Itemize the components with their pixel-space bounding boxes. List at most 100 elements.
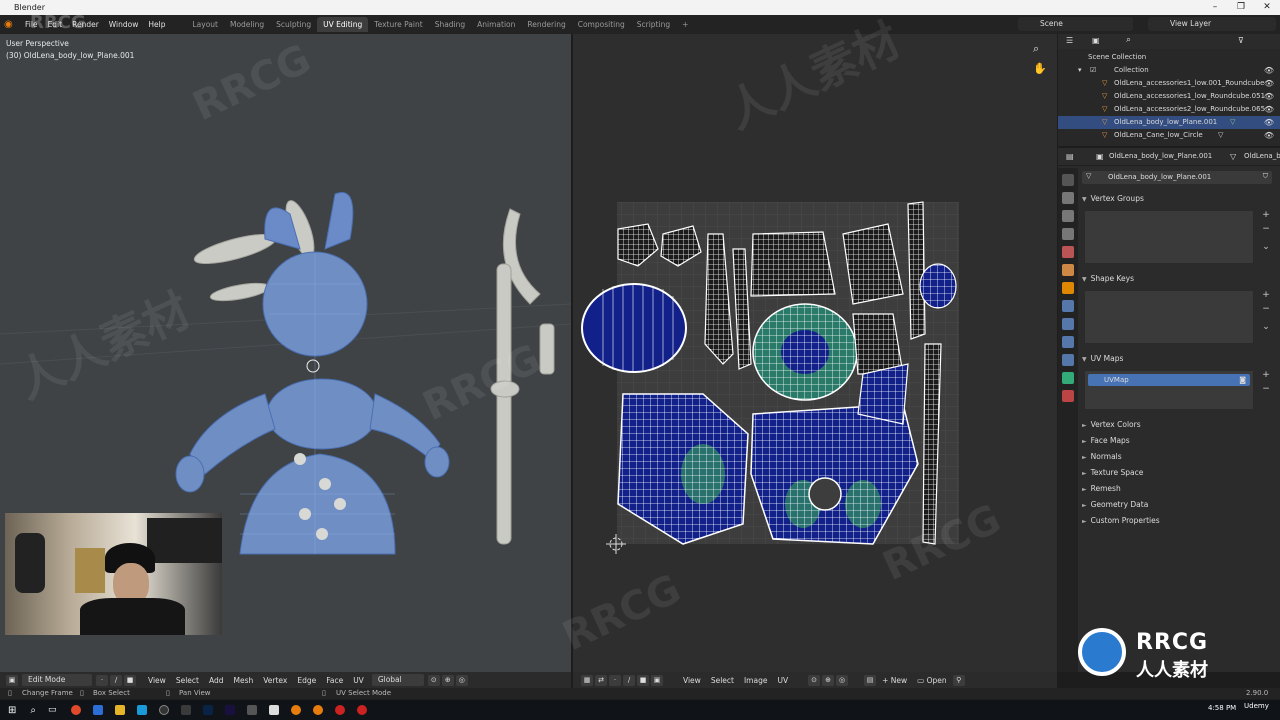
- 3d-viewport[interactable]: User Perspective (30) OldLena_body_low_P…: [0, 34, 571, 672]
- eye-icon[interactable]: 👁: [1264, 116, 1274, 129]
- transform-orientation-dropdown[interactable]: Global: [371, 674, 424, 686]
- obs-icon[interactable]: [158, 705, 169, 715]
- uv-pivot-icon[interactable]: ⊙: [808, 674, 821, 686]
- eye-icon[interactable]: 👁: [1264, 103, 1274, 116]
- uv-snap-icon[interactable]: ⊕: [822, 674, 835, 686]
- add-uv-map-button[interactable]: +: [1260, 370, 1272, 380]
- outliner-item[interactable]: ▽ OldLena_Cane_low_Circle ▽ 👁: [1058, 129, 1280, 142]
- uv-menu-uv[interactable]: UV: [772, 676, 793, 685]
- menu-help[interactable]: Help: [143, 20, 170, 29]
- outliner-item-selected[interactable]: ▽ OldLena_body_low_Plane.001 ▽ 👁: [1058, 116, 1280, 129]
- uv-vertex-select-icon[interactable]: ·: [609, 674, 621, 686]
- uv-proportional-icon[interactable]: ◎: [836, 674, 849, 686]
- uv-menu-view[interactable]: View: [678, 676, 706, 685]
- face-select-icon[interactable]: ■: [124, 674, 136, 686]
- tab-compositing[interactable]: Compositing: [572, 17, 631, 32]
- remove-uv-map-button[interactable]: −: [1260, 384, 1272, 394]
- uv-sync-icon[interactable]: ⇄: [595, 674, 607, 686]
- app-icon[interactable]: [334, 705, 345, 715]
- scene-tab-icon[interactable]: [1062, 246, 1074, 258]
- app-icon[interactable]: [92, 705, 103, 715]
- uv-island-select-icon[interactable]: ▣: [651, 674, 663, 686]
- outliner-item[interactable]: ▽ OldLena_accessories1_low.001_Roundcube…: [1058, 77, 1280, 90]
- tab-modeling[interactable]: Modeling: [224, 17, 270, 32]
- mesh-name-field[interactable]: ▽ OldLena_body_low_Plane.001 ⛉: [1082, 171, 1272, 184]
- vertex-group-specials-icon[interactable]: ⌄: [1260, 242, 1272, 252]
- eye-icon[interactable]: 👁: [1264, 64, 1274, 77]
- eye-icon[interactable]: 👁: [1264, 77, 1274, 90]
- uv-editor[interactable]: ⌕ ✋: [573, 34, 1057, 672]
- pivot-icon[interactable]: ⊙: [427, 674, 440, 686]
- blender-taskbar-icon[interactable]: [290, 705, 301, 715]
- outliner-type-icon[interactable]: ☰: [1066, 36, 1073, 45]
- render-tab-icon[interactable]: [1062, 192, 1074, 204]
- vertex-colors-panel-header[interactable]: ► Vertex Colors: [1082, 418, 1278, 431]
- scene-collection-row[interactable]: Scene Collection: [1058, 51, 1280, 64]
- constraints-tab-icon[interactable]: [1062, 354, 1074, 366]
- app-icon[interactable]: [180, 705, 191, 715]
- outliner-item[interactable]: ▽ OldLena_accessories2_low_Roundcube.065…: [1058, 103, 1280, 116]
- menu-file[interactable]: File: [20, 20, 43, 29]
- viewport-menu-view[interactable]: View: [143, 676, 171, 685]
- eye-icon[interactable]: 👁: [1264, 129, 1274, 142]
- viewport-menu-edge[interactable]: Edge: [292, 676, 321, 685]
- app-icon[interactable]: [136, 705, 147, 715]
- mode-dropdown[interactable]: Edit Mode: [22, 674, 92, 686]
- app-icon[interactable]: [356, 705, 367, 715]
- viewport-menu-select[interactable]: Select: [171, 676, 204, 685]
- editor-type-icon[interactable]: ▣: [6, 674, 18, 686]
- app-icon[interactable]: [246, 705, 257, 715]
- geometry-data-panel-header[interactable]: ► Geometry Data: [1082, 498, 1278, 511]
- add-vertex-group-button[interactable]: +: [1260, 210, 1272, 220]
- custom-properties-panel-header[interactable]: ► Custom Properties: [1082, 514, 1278, 527]
- menu-render[interactable]: Render: [67, 20, 104, 29]
- uv-menu-select[interactable]: Select: [706, 676, 739, 685]
- proportional-edit-icon[interactable]: ◎: [455, 674, 468, 686]
- snap-icon[interactable]: ⊕: [441, 674, 454, 686]
- tab-scripting[interactable]: Scripting: [631, 17, 676, 32]
- particles-tab-icon[interactable]: [1062, 318, 1074, 330]
- edge-select-icon[interactable]: /: [110, 674, 122, 686]
- tool-tab-icon[interactable]: [1062, 174, 1074, 186]
- tab-shading[interactable]: Shading: [429, 17, 471, 32]
- camera-icon[interactable]: ◙: [1239, 374, 1246, 386]
- minimize-button[interactable]: –: [1202, 0, 1228, 15]
- eye-icon[interactable]: 👁: [1264, 90, 1274, 103]
- blender-logo-icon[interactable]: ◉: [4, 19, 20, 30]
- tab-uv-editing[interactable]: UV Editing: [317, 17, 369, 32]
- uv-menu-image[interactable]: Image: [739, 676, 773, 685]
- close-button[interactable]: ✕: [1254, 0, 1280, 15]
- pin-icon[interactable]: ⚲: [952, 674, 965, 686]
- view-layer-selector[interactable]: View Layer: [1148, 17, 1276, 31]
- app-icon[interactable]: [268, 705, 279, 715]
- menu-window[interactable]: Window: [104, 20, 144, 29]
- image-browse-icon[interactable]: ▤: [864, 674, 877, 686]
- shape-keys-list[interactable]: [1084, 290, 1254, 344]
- texture-space-panel-header[interactable]: ► Texture Space: [1082, 466, 1278, 479]
- outliner-item[interactable]: ▽ OldLena_accessories1_low_Roundcube.051…: [1058, 90, 1280, 103]
- outliner-search-icon[interactable]: ⌕: [1126, 35, 1131, 45]
- object-tab-icon[interactable]: [1062, 282, 1074, 294]
- menu-edit[interactable]: Edit: [43, 20, 68, 29]
- uv-maps-list[interactable]: UVMap ◙: [1084, 370, 1254, 410]
- blender-taskbar-icon[interactable]: [312, 705, 323, 715]
- pan-hand-icon[interactable]: ✋: [1033, 62, 1047, 75]
- uv-map-item[interactable]: UVMap ◙: [1088, 374, 1250, 386]
- mesh-data-tab-icon[interactable]: [1062, 372, 1074, 384]
- viewport-menu-vertex[interactable]: Vertex: [258, 676, 292, 685]
- search-icon[interactable]: ⌕: [30, 705, 36, 716]
- checkbox-icon[interactable]: ☑: [1090, 64, 1096, 77]
- tab-layout[interactable]: Layout: [186, 17, 224, 32]
- viewport-menu-face[interactable]: Face: [321, 676, 348, 685]
- remove-vertex-group-button[interactable]: −: [1260, 224, 1272, 234]
- vertex-groups-panel-header[interactable]: ▼ Vertex Groups: [1082, 192, 1278, 205]
- zoom-icon[interactable]: ⌕: [1033, 42, 1039, 56]
- windows-start-icon[interactable]: ⊞: [8, 705, 16, 716]
- physics-tab-icon[interactable]: [1062, 336, 1074, 348]
- add-shape-key-button[interactable]: +: [1260, 290, 1272, 300]
- properties-type-icon[interactable]: ▤: [1066, 152, 1074, 161]
- viewport-menu-mesh[interactable]: Mesh: [228, 676, 258, 685]
- modifier-tab-icon[interactable]: [1062, 300, 1074, 312]
- uv-editor-type-icon[interactable]: ▦: [581, 674, 593, 686]
- task-view-icon[interactable]: ▭: [48, 705, 57, 715]
